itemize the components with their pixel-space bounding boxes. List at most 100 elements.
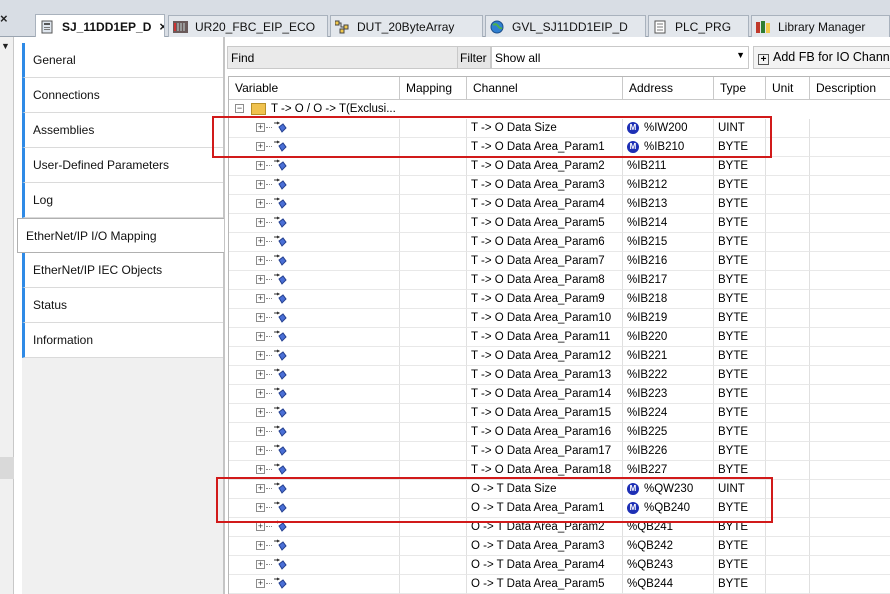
description-cell[interactable] bbox=[810, 575, 890, 594]
tab-dut-20bytearray[interactable]: DUT_20ByteArray bbox=[330, 15, 483, 37]
nav-item-information[interactable]: Information bbox=[22, 323, 224, 358]
expand-icon[interactable]: + bbox=[256, 332, 265, 341]
tab-ur20-fbc-eip-eco[interactable]: UR20_FBC_EIP_ECO bbox=[168, 15, 328, 37]
mapping-cell[interactable] bbox=[400, 138, 467, 157]
tab-gvl-sj11dd1eip-d[interactable]: GVL_SJ11DD1EIP_D bbox=[485, 15, 646, 37]
column-header-address[interactable]: Address bbox=[623, 77, 714, 100]
description-cell[interactable] bbox=[810, 347, 890, 366]
address-cell[interactable]: %IB226 bbox=[623, 442, 714, 461]
table-row[interactable]: + T -> O Data Area_Param3 %IB212 BYTE bbox=[229, 176, 890, 195]
expand-icon[interactable]: + bbox=[256, 256, 265, 265]
table-row[interactable]: + T -> O Data Area_Param8 %IB217 BYTE bbox=[229, 271, 890, 290]
table-row[interactable]: + T -> O Data Area_Param15 %IB224 BYTE bbox=[229, 404, 890, 423]
unit-cell[interactable] bbox=[766, 366, 810, 385]
variable-cell[interactable]: + bbox=[229, 366, 400, 385]
mapping-cell[interactable] bbox=[400, 309, 467, 328]
address-cell[interactable]: %IB217 bbox=[623, 271, 714, 290]
expand-icon[interactable]: + bbox=[256, 579, 265, 588]
variable-cell[interactable]: + bbox=[229, 404, 400, 423]
variable-cell[interactable]: + bbox=[229, 518, 400, 537]
variable-cell[interactable]: + bbox=[229, 271, 400, 290]
address-cell[interactable]: %IB218 bbox=[623, 290, 714, 309]
unit-cell[interactable] bbox=[766, 423, 810, 442]
mapping-cell[interactable] bbox=[400, 499, 467, 518]
mapping-cell[interactable] bbox=[400, 518, 467, 537]
expand-icon[interactable]: + bbox=[256, 275, 265, 284]
mapping-cell[interactable] bbox=[400, 537, 467, 556]
variable-cell[interactable]: + bbox=[229, 423, 400, 442]
find-input[interactable]: Find bbox=[227, 46, 458, 69]
expand-icon[interactable]: + bbox=[256, 351, 265, 360]
address-cell[interactable]: M %IW200 bbox=[623, 119, 714, 138]
address-cell[interactable]: %IB221 bbox=[623, 347, 714, 366]
unit-cell[interactable] bbox=[766, 290, 810, 309]
expand-icon[interactable]: + bbox=[256, 446, 265, 455]
unit-cell[interactable] bbox=[766, 157, 810, 176]
mapping-cell[interactable] bbox=[400, 442, 467, 461]
table-row[interactable]: + T -> O Data Area_Param5 %IB214 BYTE bbox=[229, 214, 890, 233]
nav-item-log[interactable]: Log bbox=[22, 183, 224, 218]
description-cell[interactable] bbox=[810, 366, 890, 385]
variable-cell[interactable]: + bbox=[229, 537, 400, 556]
table-row[interactable]: + T -> O Data Area_Param4 %IB213 BYTE bbox=[229, 195, 890, 214]
variable-cell[interactable]: + bbox=[229, 252, 400, 271]
variable-cell[interactable]: + bbox=[229, 480, 400, 499]
description-cell[interactable] bbox=[810, 233, 890, 252]
nav-item-ethernetip-iec-objects[interactable]: EtherNet/IP IEC Objects bbox=[22, 253, 224, 288]
mapping-cell[interactable] bbox=[400, 366, 467, 385]
column-header-type[interactable]: Type bbox=[714, 77, 766, 100]
column-header-description[interactable]: Description bbox=[810, 77, 890, 100]
variable-cell[interactable]: + bbox=[229, 347, 400, 366]
table-row[interactable]: + T -> O Data Area_Param14 %IB223 BYTE bbox=[229, 385, 890, 404]
description-cell[interactable] bbox=[810, 499, 890, 518]
unit-cell[interactable] bbox=[766, 499, 810, 518]
expand-icon[interactable]: + bbox=[256, 237, 265, 246]
address-cell[interactable]: %IB214 bbox=[623, 214, 714, 233]
expand-icon[interactable]: + bbox=[256, 199, 265, 208]
table-row[interactable]: + O -> T Data Area_Param3 %QB242 BYTE bbox=[229, 537, 890, 556]
mapping-cell[interactable] bbox=[400, 119, 467, 138]
variable-cell[interactable]: + bbox=[229, 385, 400, 404]
address-cell[interactable]: %IB219 bbox=[623, 309, 714, 328]
column-header-channel[interactable]: Channel bbox=[467, 77, 623, 100]
description-cell[interactable] bbox=[810, 214, 890, 233]
table-row[interactable]: + T -> O Data Area_Param17 %IB226 BYTE bbox=[229, 442, 890, 461]
expand-icon[interactable]: + bbox=[256, 522, 265, 531]
mapping-cell[interactable] bbox=[400, 461, 467, 480]
address-cell[interactable]: %QB241 bbox=[623, 518, 714, 537]
description-cell[interactable] bbox=[810, 309, 890, 328]
description-cell[interactable] bbox=[810, 556, 890, 575]
expand-icon[interactable]: + bbox=[256, 180, 265, 189]
variable-cell[interactable]: + bbox=[229, 575, 400, 594]
unit-cell[interactable] bbox=[766, 556, 810, 575]
expand-icon[interactable]: + bbox=[256, 503, 265, 512]
mapping-cell[interactable] bbox=[400, 157, 467, 176]
description-cell[interactable] bbox=[810, 195, 890, 214]
address-cell[interactable]: %QB244 bbox=[623, 575, 714, 594]
table-row[interactable]: + O -> T Data Area_Param4 %QB243 BYTE bbox=[229, 556, 890, 575]
expand-icon[interactable]: + bbox=[256, 161, 265, 170]
table-row[interactable]: + T -> O Data Size M %IW200 UINT bbox=[229, 119, 890, 138]
variable-cell[interactable]: + bbox=[229, 138, 400, 157]
variable-cell[interactable]: + bbox=[229, 328, 400, 347]
variable-cell[interactable]: + bbox=[229, 461, 400, 480]
expand-icon[interactable]: + bbox=[256, 408, 265, 417]
close-tab-icon[interactable]: × bbox=[159, 19, 164, 34]
unit-cell[interactable] bbox=[766, 518, 810, 537]
filter-select[interactable]: Show all ▼ bbox=[491, 46, 749, 69]
mapping-cell[interactable] bbox=[400, 176, 467, 195]
expand-icon[interactable]: + bbox=[256, 142, 265, 151]
address-cell[interactable]: %IB225 bbox=[623, 423, 714, 442]
table-row[interactable]: + T -> O Data Area_Param2 %IB211 BYTE bbox=[229, 157, 890, 176]
address-cell[interactable]: %IB213 bbox=[623, 195, 714, 214]
variable-cell[interactable]: + bbox=[229, 233, 400, 252]
variable-cell[interactable]: + bbox=[229, 309, 400, 328]
add-fb-button[interactable]: + Add FB for IO Channel bbox=[753, 46, 890, 69]
unit-cell[interactable] bbox=[766, 214, 810, 233]
expand-icon[interactable]: + bbox=[256, 389, 265, 398]
mapping-cell[interactable] bbox=[400, 252, 467, 271]
description-cell[interactable] bbox=[810, 404, 890, 423]
address-cell[interactable]: %IB227 bbox=[623, 461, 714, 480]
unit-cell[interactable] bbox=[766, 442, 810, 461]
unit-cell[interactable] bbox=[766, 537, 810, 556]
